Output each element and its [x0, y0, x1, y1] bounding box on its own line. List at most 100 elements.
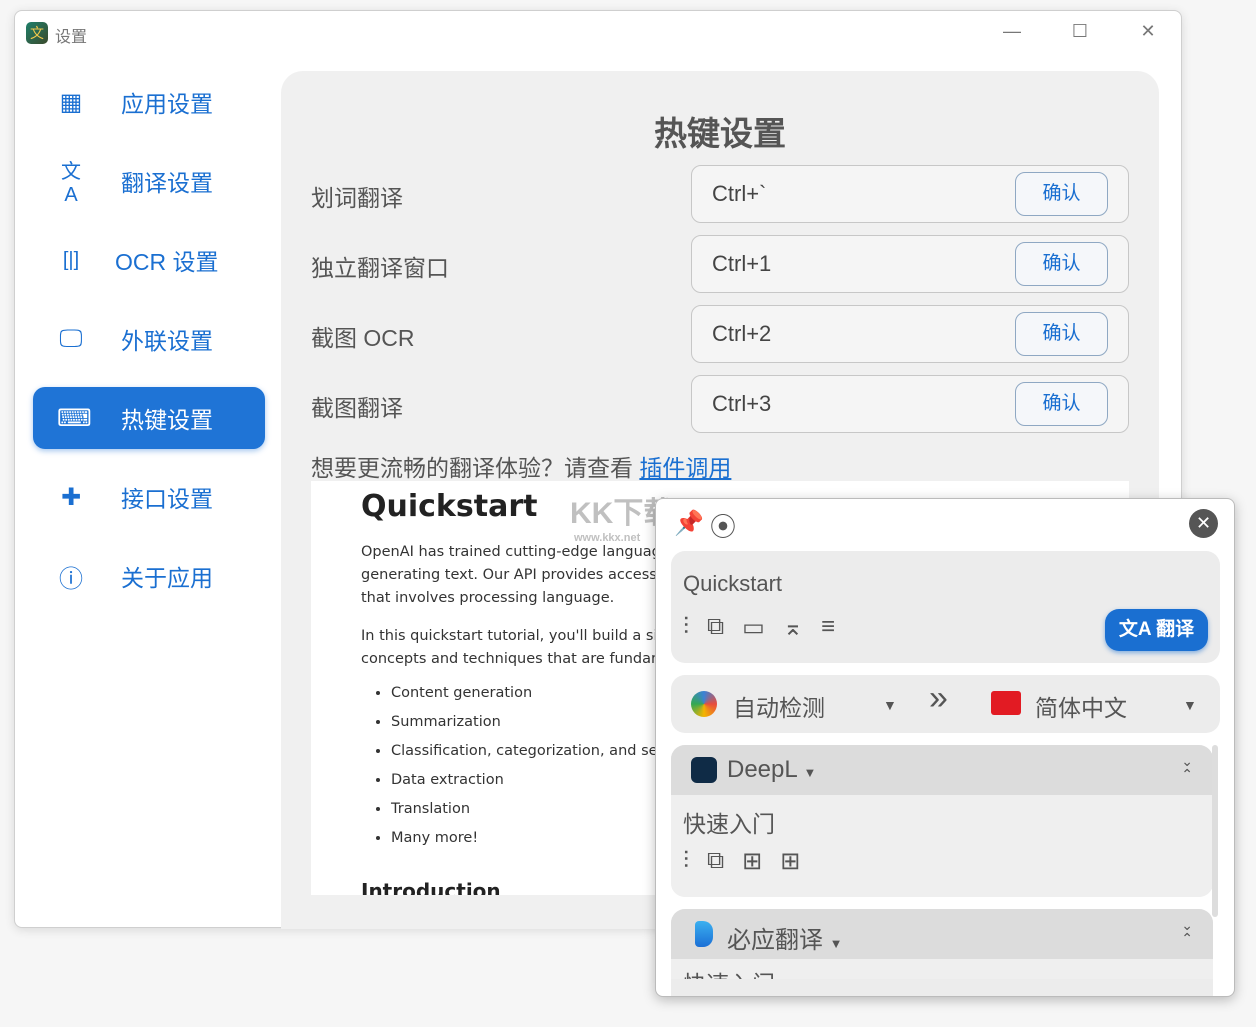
- speak-icon[interactable]: ⫶: [683, 847, 689, 876]
- insert-icon[interactable]: ⊞: [742, 847, 762, 876]
- translate-popup: 📌 ⦿ ✕ Quickstart ⫶ ⧉ ▭ ⌅ ≡ 文A 翻译 自动检测 ▼ …: [655, 498, 1235, 997]
- list-item: Translation: [391, 801, 658, 830]
- confirm-button[interactable]: 确认: [1015, 172, 1108, 216]
- hotkey-value: Ctrl+`: [712, 181, 767, 206]
- page-title: 热键设置: [654, 115, 786, 152]
- collapse-icon[interactable]: ⌄ ⌃: [1181, 754, 1193, 781]
- service-name[interactable]: 必应翻译 ▼: [727, 920, 843, 955]
- sidebar: ▦ 应用设置 文A 翻译设置 [|] OCR 设置 🖵 外联设置 ⌨ 热键设置 ✚ 接口设置…: [33, 71, 265, 624]
- hotkey-value: Ctrl+1: [712, 251, 772, 276]
- language-bar: 自动检测 ▼ » 简体中文 ▼: [671, 675, 1220, 733]
- window-title: 设置: [55, 29, 88, 46]
- list-item: Many more!: [391, 830, 658, 859]
- auto-detect-icon: [691, 691, 717, 717]
- doc-paragraph: In this quickstart tutorial, you'll buil…: [361, 625, 667, 671]
- chevron-down-icon[interactable]: ▼: [1183, 697, 1197, 713]
- confirm-button[interactable]: 确认: [1015, 242, 1108, 286]
- swap-arrow-icon[interactable]: »: [929, 679, 948, 718]
- scrollbar[interactable]: [1212, 745, 1218, 917]
- maximize-button[interactable]: ☐: [1065, 21, 1095, 42]
- hotkey-input[interactable]: Ctrl+1 确认: [691, 235, 1129, 293]
- confirm-button[interactable]: 确认: [1015, 382, 1108, 426]
- sidebar-item-external[interactable]: 🖵 外联设置: [33, 308, 265, 370]
- sidebar-item-hotkey[interactable]: ⌨ 热键设置: [33, 387, 265, 449]
- hotkey-input[interactable]: Ctrl+3 确认: [691, 375, 1129, 433]
- delete-newline-icon[interactable]: ▭: [742, 613, 765, 642]
- translate-button[interactable]: 文A 翻译: [1105, 609, 1208, 651]
- doc-paragraph: OpenAI has trained cutting-edge languag g…: [361, 541, 661, 610]
- sidebar-item-label: 应用设置: [121, 91, 213, 117]
- pin-icon[interactable]: 📌: [674, 509, 704, 538]
- doc-line: generating text. Our API provides access: [361, 567, 657, 583]
- chevron-down-icon: ▼: [803, 765, 817, 780]
- china-flag-icon: [991, 691, 1021, 715]
- keyboard-icon: ⌨: [57, 404, 92, 432]
- sidebar-item-label: OCR 设置: [115, 249, 219, 275]
- service-name[interactable]: DeepL ▼: [727, 756, 816, 784]
- sidebar-item-app[interactable]: ▦ 应用设置: [33, 71, 265, 133]
- sidebar-item-translate[interactable]: 文A 翻译设置: [33, 150, 265, 212]
- hotkey-label: 划词翻译: [311, 185, 403, 211]
- format-icon[interactable]: ≡: [821, 613, 835, 642]
- apps-icon: ▦: [59, 88, 83, 116]
- close-button[interactable]: ✕: [1133, 21, 1163, 42]
- list-item: Classification, categorization, and se: [391, 743, 658, 772]
- service-result: 快速入门: [683, 965, 775, 979]
- sidebar-item-label: 外联设置: [121, 328, 213, 354]
- insert-icon[interactable]: ⊞: [780, 847, 800, 876]
- collapse-icon[interactable]: ⌄ ⌃: [1181, 918, 1193, 945]
- source-text[interactable]: Quickstart: [683, 571, 782, 597]
- sidebar-item-about[interactable]: ⓘ 关于应用: [33, 545, 265, 607]
- sidebar-item-label: 接口设置: [121, 486, 213, 512]
- copy-icon[interactable]: ⧉: [707, 847, 724, 876]
- hotkey-input[interactable]: Ctrl+` 确认: [691, 165, 1129, 223]
- sidebar-item-api[interactable]: ✚ 接口设置: [33, 466, 265, 528]
- service-card-deepl: DeepL ▼ ⌄ ⌃ 快速入门 ⫶ ⧉ ⊞ ⊞: [671, 745, 1213, 897]
- doc-heading: Introduction: [361, 879, 501, 895]
- chevron-down-icon[interactable]: ▼: [883, 697, 897, 713]
- speak-icon[interactable]: ⫶: [683, 613, 689, 642]
- doc-list: Content generation Summarization Classif…: [391, 685, 658, 859]
- list-item: Summarization: [391, 714, 658, 743]
- collapse-icon[interactable]: ⌅: [783, 613, 803, 642]
- puzzle-icon: ✚: [60, 483, 82, 511]
- hint-text: 想要更流畅的翻译体验？请查看: [311, 455, 640, 481]
- info-icon: ⓘ: [59, 565, 83, 593]
- source-card: Quickstart ⫶ ⧉ ▭ ⌅ ≡ 文A 翻译: [671, 551, 1220, 663]
- hotkey-label: 截图翻译: [311, 395, 403, 421]
- copy-icon[interactable]: ⧉: [707, 613, 724, 642]
- hotkey-input[interactable]: Ctrl+2 确认: [691, 305, 1129, 363]
- sidebar-item-label: 关于应用: [121, 565, 213, 591]
- target-language[interactable]: 简体中文: [1035, 689, 1127, 723]
- hotkey-value: Ctrl+2: [712, 321, 772, 346]
- app-logo: 文: [26, 22, 48, 44]
- hotkey-row: 截图翻译 Ctrl+3 确认: [311, 375, 1131, 433]
- sidebar-item-ocr[interactable]: [|] OCR 设置: [33, 229, 265, 291]
- list-item: Data extraction: [391, 772, 658, 801]
- minimize-button[interactable]: —: [997, 21, 1027, 42]
- sidebar-item-label: 翻译设置: [121, 170, 213, 196]
- hotkey-row: 独立翻译窗口 Ctrl+1 确认: [311, 235, 1131, 293]
- ocr-icon: [|]: [62, 248, 80, 271]
- deepl-logo-icon: [691, 757, 717, 783]
- translate-icon: 文A: [61, 161, 81, 206]
- plugin-hint: 想要更流畅的翻译体验？请查看 插件调用: [311, 449, 731, 483]
- list-item: Content generation: [391, 685, 658, 714]
- hotkey-value: Ctrl+3: [712, 391, 772, 416]
- close-popup-button[interactable]: ✕: [1189, 509, 1218, 538]
- doc-line: concepts and techniques that are fundam: [361, 651, 666, 667]
- sidebar-item-label: 热键设置: [121, 407, 213, 433]
- title-bar: 文 设置 — ☐ ✕: [15, 11, 1181, 53]
- doc-line: In this quickstart tutorial, you'll buil…: [361, 628, 667, 644]
- source-language[interactable]: 自动检测: [733, 689, 825, 723]
- bing-logo-icon: [695, 921, 713, 947]
- hotkey-label: 独立翻译窗口: [311, 255, 449, 281]
- service-result: 快速入门: [683, 811, 775, 837]
- plugin-link[interactable]: 插件调用: [639, 455, 731, 481]
- service-name-text: DeepL: [727, 756, 797, 783]
- doc-line: OpenAI has trained cutting-edge languag: [361, 544, 661, 560]
- translate-icon: 文A: [1118, 619, 1157, 640]
- confirm-button[interactable]: 确认: [1015, 312, 1108, 356]
- listen-icon[interactable]: ⦿: [710, 507, 736, 544]
- hotkey-row: 截图 OCR Ctrl+2 确认: [311, 305, 1131, 363]
